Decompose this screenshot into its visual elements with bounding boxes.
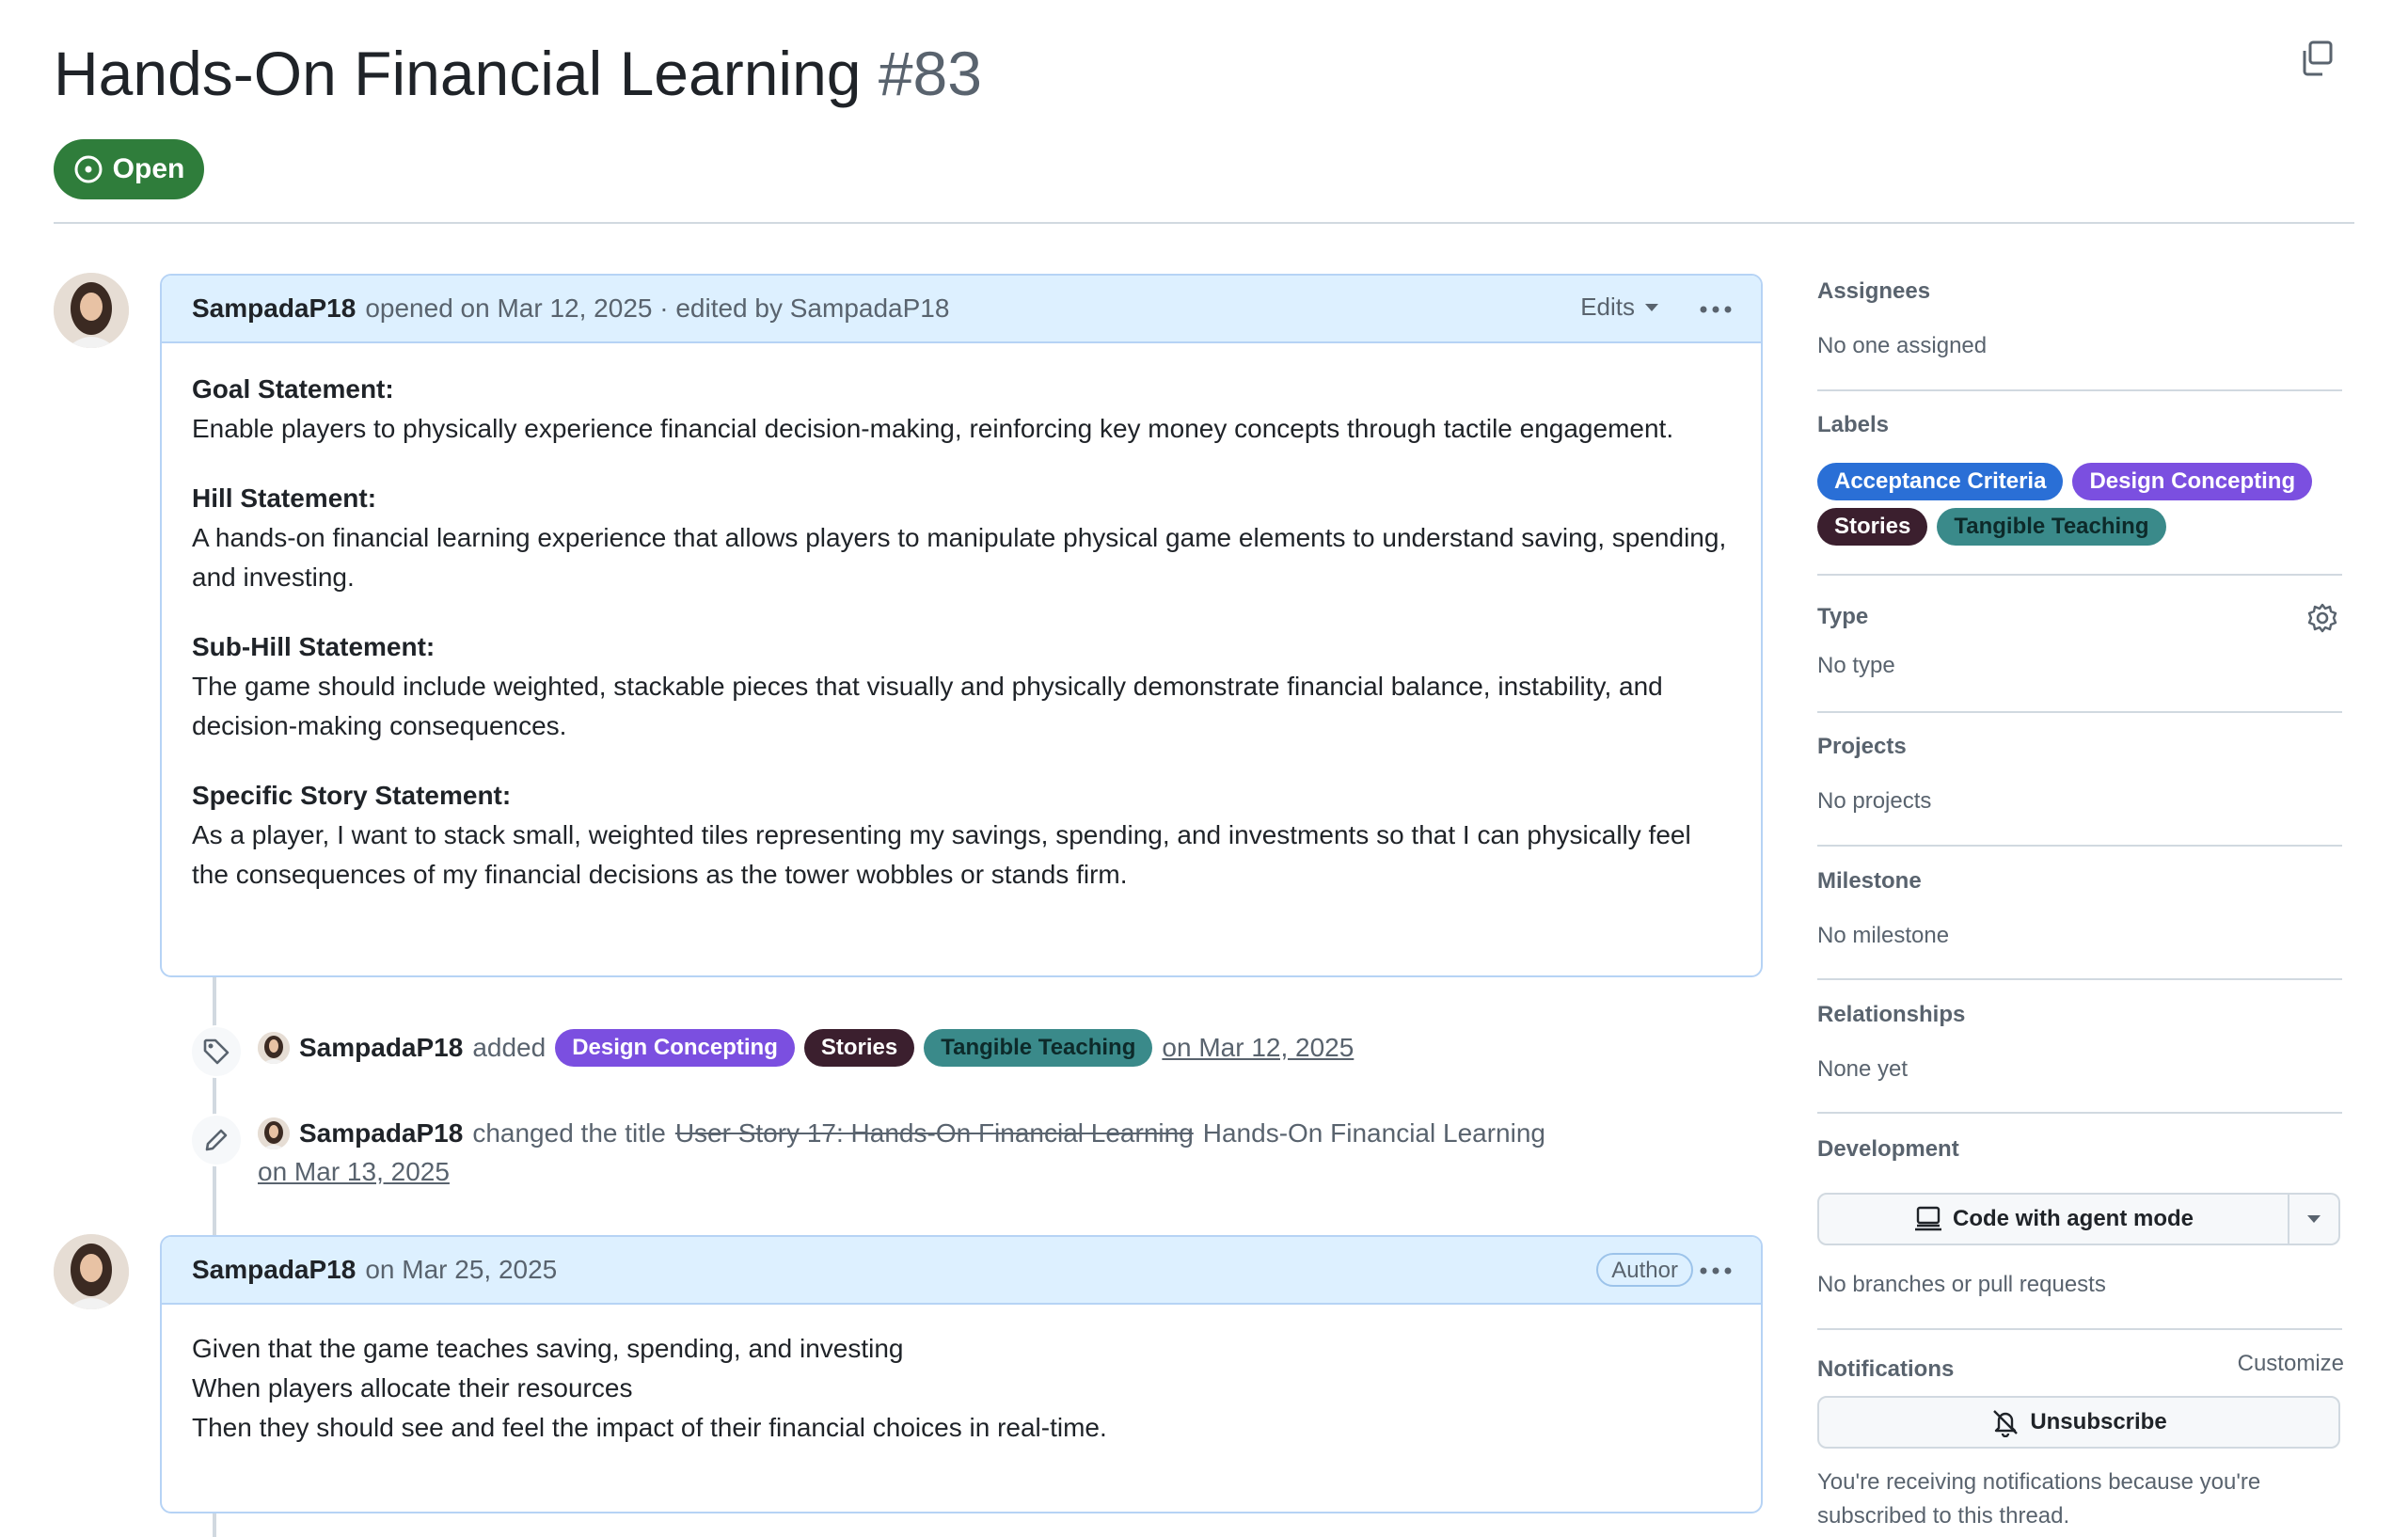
code-with-agent-label: Code with agent mode <box>1952 1206 2194 1231</box>
copy-icon[interactable] <box>2299 40 2335 77</box>
milestone-value: No milestone <box>1817 923 1950 948</box>
code-with-agent-split-button: Code with agent mode <box>1817 1193 2340 1245</box>
triangle-down-icon <box>2307 1215 2321 1223</box>
divider <box>1817 1112 2342 1114</box>
label-design-concepting[interactable]: Design Concepting <box>555 1029 795 1067</box>
issue-title: Hands-On Financial Learning <box>54 39 862 108</box>
kebab-menu-icon[interactable] <box>1697 296 1735 323</box>
timeline-rename-event: SampadaP18 changed the title User Story … <box>258 1117 1545 1149</box>
event-action: added <box>472 1033 547 1062</box>
section-heading: Goal Statement: <box>192 374 394 404</box>
gear-icon[interactable] <box>2306 602 2338 634</box>
page-title: Hands-On Financial Learning #83 <box>54 36 982 111</box>
comment-meta: opened on Mar 12, 2025 · edited by Sampa… <box>365 293 950 323</box>
label-acceptance-criteria[interactable]: Acceptance Criteria <box>1817 463 2064 500</box>
comment-meta[interactable]: on Mar 25, 2025 <box>365 1255 557 1285</box>
section-hill: Hill Statement: A hands-on financial lear… <box>192 479 1731 597</box>
comment-header: SampadaP18 opened on Mar 12, 2025 · edit… <box>162 276 1761 343</box>
projects-heading[interactable]: Projects <box>1817 734 1907 760</box>
event-actor[interactable]: SampadaP18 <box>299 1033 463 1063</box>
comment-author[interactable]: SampadaP18 <box>192 293 356 324</box>
section-subhill: Sub-Hill Statement: The game should inclu… <box>192 627 1731 746</box>
status-badge: Open <box>54 139 204 199</box>
divider <box>54 222 2354 224</box>
issue-number: #83 <box>878 39 982 108</box>
timeline-line <box>213 974 216 1247</box>
unsubscribe-label: Unsubscribe <box>2030 1409 2167 1434</box>
label-tangible-teaching[interactable]: Tangible Teaching <box>924 1029 1153 1067</box>
divider <box>1817 711 2342 713</box>
milestone-heading[interactable]: Milestone <box>1817 868 1922 895</box>
issue-body-comment: SampadaP18 opened on Mar 12, 2025 · edit… <box>160 274 1763 977</box>
author-badge: Author <box>1596 1253 1693 1287</box>
status-text: Open <box>112 153 185 184</box>
label-stories[interactable]: Stories <box>803 1029 915 1067</box>
section-goal: Goal Statement: Enable players to physica… <box>192 370 1731 449</box>
edits-dropdown[interactable]: Edits <box>1580 293 1659 322</box>
comment-author[interactable]: SampadaP18 <box>192 1255 356 1285</box>
labels-heading[interactable]: Labels <box>1817 412 1889 438</box>
notifications-heading: Notifications <box>1817 1356 1955 1382</box>
section-heading: Sub-Hill Statement: <box>192 632 436 661</box>
avatar[interactable] <box>258 1032 290 1064</box>
relationships-heading[interactable]: Relationships <box>1817 1002 1965 1028</box>
avatar[interactable] <box>54 1234 129 1309</box>
projects-value: No projects <box>1817 788 1932 814</box>
type-value: No type <box>1817 653 1895 678</box>
assignees-heading[interactable]: Assignees <box>1817 278 1930 305</box>
divider <box>1817 1328 2342 1330</box>
comment-line: When players allocate their resources <box>192 1373 633 1402</box>
code-with-agent-button[interactable]: Code with agent mode <box>1817 1193 2289 1245</box>
relationships-value: None yet <box>1817 1056 1909 1082</box>
comment-header: SampadaP18 on Mar 25, 2025 Author <box>162 1237 1761 1305</box>
divider <box>1817 845 2342 847</box>
customize-link[interactable]: Customize <box>2238 1351 2344 1377</box>
comment-body: Given that the game teaches saving, spen… <box>162 1305 1761 1474</box>
divider <box>1817 574 2342 576</box>
unsubscribe-button[interactable]: Unsubscribe <box>1817 1396 2340 1449</box>
divider <box>1817 389 2342 391</box>
event-actor[interactable]: SampadaP18 <box>299 1118 463 1149</box>
section-heading: Hill Statement: <box>192 483 377 513</box>
labels-list: Acceptance Criteria Design Concepting St… <box>1817 463 2344 546</box>
bell-slash-icon <box>1993 1410 2019 1437</box>
old-title: User Story 17: Hands-On Financial Learni… <box>674 1118 1194 1148</box>
tag-icon <box>190 1025 243 1078</box>
comment: SampadaP18 on Mar 25, 2025 Author Given … <box>160 1235 1763 1513</box>
issue-open-icon <box>74 155 103 183</box>
comment-line: Then they should see and feel the impact… <box>192 1413 1107 1442</box>
edits-label: Edits <box>1580 293 1635 321</box>
timeline-line <box>213 1511 216 1537</box>
section-story: Specific Story Statement: As a player, I … <box>192 776 1731 895</box>
event-date-link[interactable]: on Mar 12, 2025 <box>1162 1033 1354 1063</box>
development-value: No branches or pull requests <box>1817 1272 2106 1297</box>
avatar[interactable] <box>54 273 129 348</box>
label-design-concepting[interactable]: Design Concepting <box>2072 463 2313 500</box>
section-text: As a player, I want to stack small, weig… <box>192 820 1691 889</box>
notifications-note: You're receiving notifications because y… <box>1817 1469 2261 1529</box>
divider <box>1817 978 2342 980</box>
development-heading: Development <box>1817 1136 1959 1162</box>
event-date-link[interactable]: on Mar 13, 2025 <box>258 1157 450 1187</box>
laptop-icon <box>1914 1206 1941 1231</box>
label-tangible-teaching[interactable]: Tangible Teaching <box>1937 508 2166 546</box>
timeline-rename-date-row: on Mar 13, 2025 <box>258 1157 450 1187</box>
kebab-menu-icon[interactable] <box>1697 1258 1735 1284</box>
comment-line: Given that the game teaches saving, spen… <box>192 1334 904 1363</box>
event-action: changed the title <box>472 1118 666 1148</box>
pencil-icon <box>190 1114 243 1166</box>
type-heading: Type <box>1817 604 1869 629</box>
label-stories[interactable]: Stories <box>1817 508 1928 546</box>
section-heading: Specific Story Statement: <box>192 781 512 810</box>
code-with-agent-dropdown[interactable] <box>2289 1193 2340 1245</box>
section-text: The game should include weighted, stacka… <box>192 672 1663 740</box>
new-title: Hands-On Financial Learning <box>1202 1118 1545 1148</box>
triangle-down-icon <box>1645 303 1658 311</box>
avatar[interactable] <box>258 1117 290 1149</box>
assignees-value: No one assigned <box>1817 333 1988 358</box>
section-text: A hands-on financial learning experience… <box>192 523 1727 592</box>
timeline-label-event: SampadaP18 added Design Concepting Stori… <box>258 1029 1354 1067</box>
comment-body: Goal Statement: Enable players to physica… <box>162 343 1761 951</box>
section-text: Enable players to physically experience … <box>192 414 1674 443</box>
